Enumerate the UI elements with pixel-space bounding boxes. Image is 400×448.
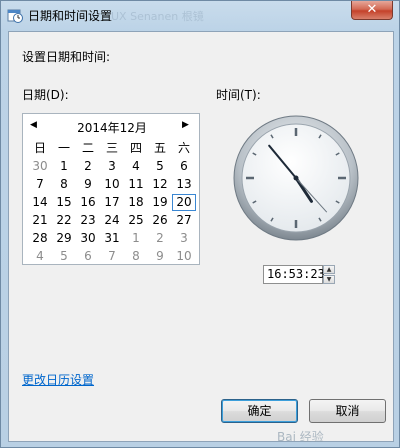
instruction-text: 设置日期和时间: bbox=[22, 50, 111, 64]
analog-clock bbox=[233, 115, 359, 241]
calendar-day[interactable]: 4 bbox=[124, 158, 148, 175]
calendar-day[interactable]: 1 bbox=[124, 230, 148, 247]
weekday-label: 一 bbox=[57, 141, 70, 155]
calendar-day[interactable]: 11 bbox=[124, 176, 148, 193]
calendar-week-row: 21 22 23 24 25 26 27 bbox=[28, 212, 196, 230]
weekday-label: 三 bbox=[105, 141, 118, 155]
calendar-day[interactable]: 9 bbox=[148, 248, 172, 265]
calendar-week-row: 30 1 2 3 4 5 6 bbox=[28, 158, 196, 176]
ok-button[interactable]: 确定 bbox=[221, 399, 298, 423]
calendar-day[interactable]: 1 bbox=[52, 158, 76, 175]
close-button[interactable]: ✕ bbox=[351, 1, 393, 20]
calendar-day[interactable]: 21 bbox=[28, 212, 52, 229]
weekday-label: 五 bbox=[153, 141, 166, 155]
calendar-day[interactable]: 25 bbox=[124, 212, 148, 229]
calendar-day[interactable]: 10 bbox=[100, 176, 124, 193]
spin-up-icon[interactable]: ▲ bbox=[323, 265, 335, 274]
calendar-day[interactable]: 27 bbox=[172, 212, 196, 229]
background-window-text: UX Senanen 根镜 bbox=[111, 10, 204, 23]
calendar-day[interactable]: 28 bbox=[28, 230, 52, 247]
weekday-label: 日 bbox=[33, 141, 46, 155]
calendar-day[interactable]: 8 bbox=[124, 248, 148, 265]
calendar-month-title[interactable]: 2014年12月 bbox=[53, 119, 171, 136]
calendar-week-row: 7 8 9 10 11 12 13 bbox=[28, 176, 196, 194]
calendar-clock-icon bbox=[7, 9, 23, 23]
calendar-day[interactable]: 9 bbox=[76, 176, 100, 193]
calendar-week-row: 4 5 6 7 8 9 10 bbox=[28, 248, 196, 266]
calendar-day[interactable]: 18 bbox=[124, 194, 148, 211]
calendar-day[interactable]: 2 bbox=[148, 230, 172, 247]
calendar-day[interactable]: 2 bbox=[76, 158, 100, 175]
calendar-day[interactable]: 30 bbox=[76, 230, 100, 247]
calendar-grid: 日一二三四五六 30 1 2 3 4 5 6 7 8 9 10 11 12 13 14 15 16 17 18 19 2… bbox=[28, 140, 196, 266]
calendar-day[interactable]: 12 bbox=[148, 176, 172, 193]
calendar-day[interactable]: 29 bbox=[52, 230, 76, 247]
change-calendar-settings-link[interactable]: 更改日历设置 bbox=[22, 371, 94, 388]
date-time-dialog: 日期和时间设置 UX Senanen 根镜 ✕ 设置日期和时间: 日期(D): … bbox=[0, 0, 400, 448]
calendar-day[interactable]: 20 bbox=[172, 194, 196, 211]
calendar-day[interactable]: 7 bbox=[100, 248, 124, 265]
calendar-day[interactable]: 8 bbox=[52, 176, 76, 193]
calendar-day[interactable]: 6 bbox=[172, 158, 196, 175]
time-input[interactable]: 16:53:23 bbox=[263, 265, 325, 284]
calendar-day[interactable]: 5 bbox=[52, 248, 76, 265]
calendar-day[interactable]: 5 bbox=[148, 158, 172, 175]
time-label: 时间(T): bbox=[216, 88, 261, 102]
calendar-week-row: 14 15 16 17 18 19 20 bbox=[28, 194, 196, 212]
weekday-label: 四 bbox=[129, 141, 142, 155]
calendar-day[interactable]: 24 bbox=[100, 212, 124, 229]
calendar-day[interactable]: 22 bbox=[52, 212, 76, 229]
close-icon: ✕ bbox=[366, 2, 378, 17]
cancel-button[interactable]: 取消 bbox=[309, 399, 386, 423]
calendar-day[interactable]: 6 bbox=[76, 248, 100, 265]
calendar-day[interactable]: 23 bbox=[76, 212, 100, 229]
calendar-day[interactable]: 3 bbox=[172, 230, 196, 247]
title-bar[interactable]: 日期和时间设置 UX Senanen 根镜 ✕ bbox=[1, 1, 399, 31]
calendar-day[interactable]: 3 bbox=[100, 158, 124, 175]
date-label: 日期(D): bbox=[22, 88, 69, 102]
calendar-day[interactable]: 19 bbox=[148, 194, 172, 211]
calendar-day[interactable]: 14 bbox=[28, 194, 52, 211]
month-calendar: ◀ 2014年12月 ▶ 日一二三四五六 30 1 2 3 4 5 6 7 8 9 10 11 12 13… bbox=[22, 113, 200, 265]
calendar-day[interactable]: 26 bbox=[148, 212, 172, 229]
watermark: Bai 经验 bbox=[277, 430, 324, 444]
calendar-day[interactable]: 30 bbox=[28, 158, 52, 175]
calendar-day[interactable]: 15 bbox=[52, 194, 76, 211]
calendar-day[interactable]: 13 bbox=[172, 176, 196, 193]
calendar-day[interactable]: 16 bbox=[76, 194, 100, 211]
previous-month-icon[interactable]: ◀ bbox=[30, 120, 37, 130]
spin-down-icon[interactable]: ▼ bbox=[323, 275, 335, 284]
dialog-body: 设置日期和时间: 日期(D): 时间(T): ◀ 2014年12月 ▶ 日一二三… bbox=[8, 31, 394, 444]
time-spinner[interactable]: ▲ ▼ bbox=[323, 265, 335, 284]
weekday-header: 日一二三四五六 bbox=[28, 140, 196, 158]
weekday-label: 六 bbox=[177, 141, 190, 155]
calendar-day[interactable]: 31 bbox=[100, 230, 124, 247]
calendar-day[interactable]: 17 bbox=[100, 194, 124, 211]
calendar-day[interactable]: 10 bbox=[172, 248, 196, 265]
window-title: 日期和时间设置 bbox=[28, 9, 113, 23]
calendar-day[interactable]: 4 bbox=[28, 248, 52, 265]
calendar-day[interactable]: 7 bbox=[28, 176, 52, 193]
weekday-label: 二 bbox=[81, 141, 94, 155]
calendar-week-row: 28 29 30 31 1 2 3 bbox=[28, 230, 196, 248]
next-month-icon[interactable]: ▶ bbox=[182, 120, 189, 130]
